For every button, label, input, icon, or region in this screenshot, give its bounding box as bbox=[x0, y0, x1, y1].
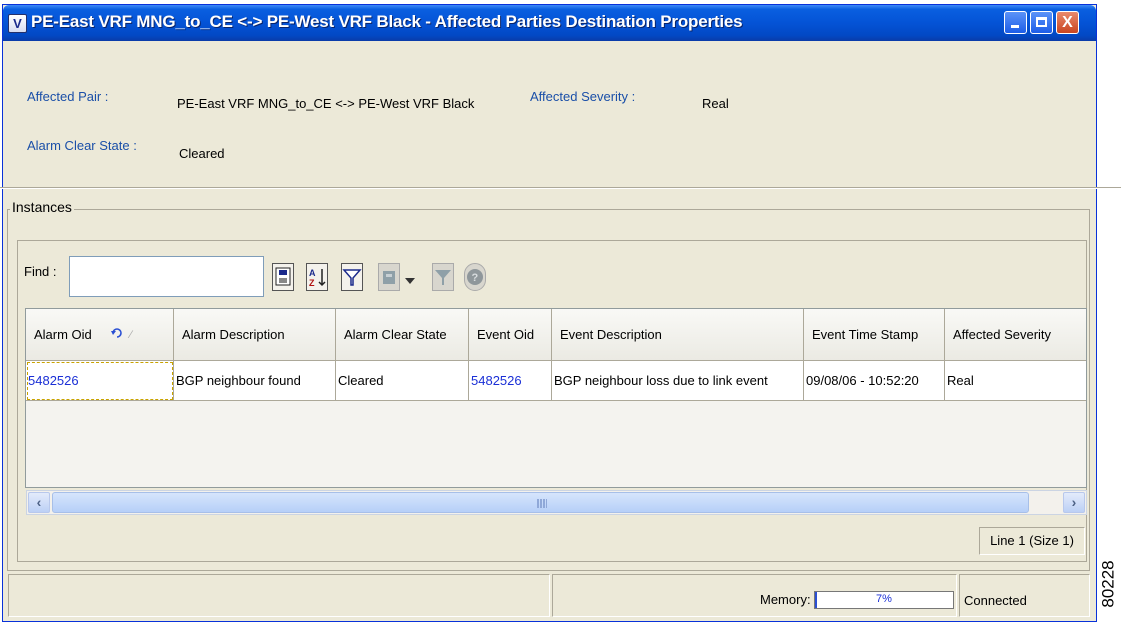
affected-severity-value: Real bbox=[702, 96, 729, 111]
dropdown-arrow-icon[interactable] bbox=[405, 273, 415, 288]
alarm-clear-state-value: Cleared bbox=[179, 146, 225, 161]
find-label: Find : bbox=[24, 264, 57, 279]
clear-filter-icon[interactable] bbox=[432, 263, 454, 291]
svg-text:A: A bbox=[309, 268, 316, 278]
affected-pair-value: PE-East VRF MNG_to_CE <-> PE-West VRF Bl… bbox=[177, 96, 475, 111]
column-header-event-oid[interactable]: Event Oid bbox=[469, 309, 552, 361]
table-cell-affected-severity[interactable]: Real bbox=[945, 361, 1086, 401]
close-icon: X bbox=[1062, 14, 1073, 31]
window-title: PE-East VRF MNG_to_CE <-> PE-West VRF Bl… bbox=[31, 12, 743, 31]
close-button[interactable]: X bbox=[1056, 11, 1079, 34]
column-header-alarm-clear-state[interactable]: Alarm Clear State bbox=[336, 309, 469, 361]
app-icon: V bbox=[8, 14, 27, 33]
table-cell-alarm-clear-state[interactable]: Cleared bbox=[336, 361, 469, 401]
minimize-button[interactable] bbox=[1004, 11, 1027, 34]
table-cell-alarm-description[interactable]: BGP neighbour found bbox=[174, 361, 336, 401]
alarm-clear-state-label: Alarm Clear State : bbox=[27, 138, 137, 153]
table-cell-event-time-stamp[interactable]: 09/08/06 - 10:52:20 bbox=[804, 361, 945, 401]
maximize-button[interactable] bbox=[1030, 11, 1053, 34]
column-header-label: Alarm Oid bbox=[34, 327, 92, 342]
connection-status: Connected bbox=[964, 593, 1027, 608]
sort-az-icon[interactable]: A Z bbox=[306, 263, 328, 291]
status-pane-main bbox=[8, 574, 550, 617]
svg-text:?: ? bbox=[472, 272, 479, 284]
help-icon[interactable]: ? bbox=[464, 263, 486, 291]
affected-severity-label: Affected Severity : bbox=[530, 89, 636, 104]
column-header-event-time-stamp[interactable]: Event Time Stamp bbox=[804, 309, 945, 361]
find-input[interactable] bbox=[69, 256, 264, 297]
column-header-alarm-oid[interactable]: Alarm Oid ∕ bbox=[26, 309, 174, 361]
filter-icon[interactable] bbox=[341, 263, 363, 291]
column-header-alarm-description[interactable]: Alarm Description bbox=[174, 309, 336, 361]
minimize-icon bbox=[1011, 25, 1019, 28]
figure-id-watermark: 80228 bbox=[1096, 548, 1120, 623]
table-cell-event-description[interactable]: BGP neighbour loss due to link event bbox=[552, 361, 804, 401]
table-cell-event-oid[interactable]: 5482526 bbox=[469, 361, 552, 401]
scroll-right-button[interactable]: › bbox=[1063, 492, 1085, 513]
separator bbox=[0, 187, 1121, 189]
column-header-affected-severity[interactable]: Affected Severity bbox=[945, 309, 1086, 361]
memory-progress-bar: 7% bbox=[814, 591, 954, 609]
line-info: Line 1 (Size 1) bbox=[979, 527, 1085, 555]
svg-text:Z: Z bbox=[309, 278, 315, 288]
maximize-icon bbox=[1036, 17, 1047, 27]
scroll-thumb[interactable] bbox=[52, 492, 1029, 513]
instances-table: Alarm Oid ∕ Alarm Description Alarm Clea… bbox=[25, 308, 1087, 488]
sort-ascending-icon: ∕ bbox=[130, 329, 132, 341]
table-cell-alarm-oid[interactable]: 5482526 bbox=[26, 361, 174, 401]
figure-id-text: 80228 bbox=[1098, 560, 1118, 608]
grip-icon bbox=[537, 499, 547, 508]
save-icon[interactable] bbox=[272, 263, 294, 291]
memory-percent-text: 7% bbox=[876, 593, 892, 605]
column-header-event-description[interactable]: Event Description bbox=[552, 309, 804, 361]
horizontal-scrollbar[interactable]: ‹ › bbox=[26, 490, 1087, 515]
scroll-left-button[interactable]: ‹ bbox=[28, 492, 50, 513]
instances-group-title: Instances bbox=[10, 199, 74, 215]
export-icon[interactable] bbox=[378, 263, 400, 291]
title-bar[interactable]: V PE-East VRF MNG_to_CE <-> PE-West VRF … bbox=[3, 5, 1096, 41]
memory-label: Memory: bbox=[760, 592, 811, 607]
affected-pair-label: Affected Pair : bbox=[27, 89, 109, 104]
